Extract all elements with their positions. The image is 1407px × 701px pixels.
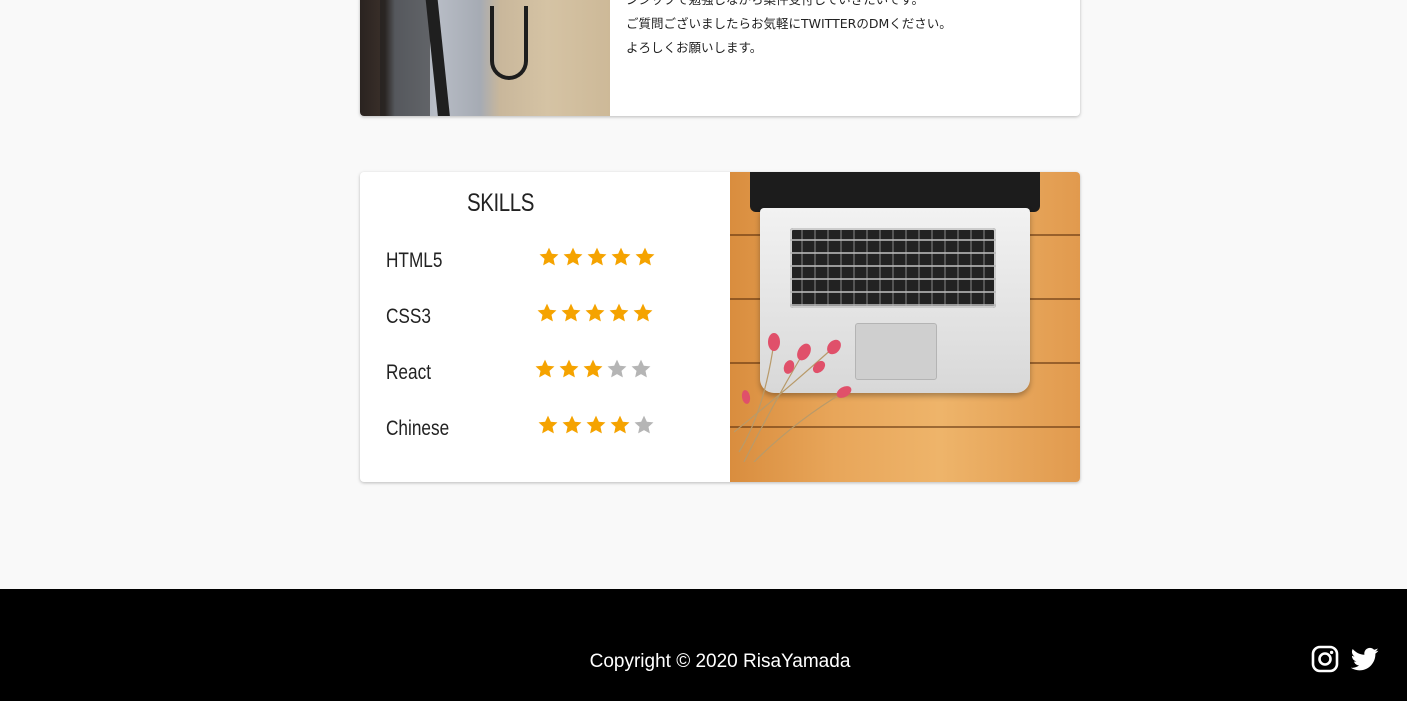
star-filled-icon — [632, 302, 656, 326]
star-filled-icon — [537, 414, 561, 438]
skill-name: Chinese — [386, 417, 450, 440]
star-filled-icon — [585, 414, 609, 438]
star-filled-icon — [609, 414, 633, 438]
footer: Copyright © 2020 RisaYamada — [0, 589, 1407, 701]
star-filled-icon — [586, 246, 610, 270]
star-empty-icon — [606, 358, 630, 382]
skill-row-react: React — [386, 358, 716, 388]
star-filled-icon — [538, 246, 562, 270]
star-filled-icon — [634, 246, 658, 270]
copyright-text: Copyright © 2020 RisaYamada — [589, 651, 851, 672]
about-line: よろしくお願いします。 — [626, 40, 763, 55]
twitter-icon[interactable] — [1350, 645, 1379, 673]
skills-card: SKILLS HTML5 CSS3 React Chinese — [360, 172, 1080, 482]
page: ンシップで勉強しながら案件受付していきたいです。 ご質問ございましたらお気軽にT… — [0, 0, 1407, 701]
profile-photo — [360, 0, 610, 116]
star-filled-icon — [610, 246, 634, 270]
about-line: ご質問ございましたらお気軽にTWITTERのDMください。 — [626, 16, 952, 31]
star-filled-icon — [534, 358, 558, 382]
star-filled-icon — [560, 302, 584, 326]
laptop-photo — [730, 172, 1080, 482]
about-text: ンシップで勉強しながら案件受付していきたいです。 ご質問ございましたらお気軽にT… — [626, 0, 1066, 60]
skill-row-chinese: Chinese — [386, 414, 716, 444]
star-filled-icon — [558, 358, 582, 382]
star-empty-icon — [633, 414, 657, 438]
about-card: ンシップで勉強しながら案件受付していきたいです。 ご質問ございましたらお気軽にT… — [360, 0, 1080, 116]
flowers-image — [734, 333, 852, 462]
skill-name: CSS3 — [386, 305, 431, 328]
instagram-icon[interactable] — [1311, 645, 1339, 673]
star-empty-icon — [630, 358, 654, 382]
star-filled-icon — [562, 246, 586, 270]
star-filled-icon — [608, 302, 632, 326]
star-filled-icon — [561, 414, 585, 438]
skills-title: SKILLS — [467, 189, 535, 217]
skill-rating — [534, 358, 654, 388]
star-filled-icon — [582, 358, 606, 382]
skill-name: HTML5 — [386, 249, 443, 272]
skill-name: React — [386, 361, 431, 384]
skill-rating — [536, 302, 656, 332]
star-filled-icon — [536, 302, 560, 326]
skill-rating — [537, 414, 657, 444]
skill-rating — [538, 246, 658, 276]
skill-row-html5: HTML5 — [386, 246, 716, 276]
skill-row-css3: CSS3 — [386, 302, 716, 332]
star-filled-icon — [584, 302, 608, 326]
about-line: ンシップで勉強しながら案件受付していきたいです。 — [626, 0, 1066, 12]
